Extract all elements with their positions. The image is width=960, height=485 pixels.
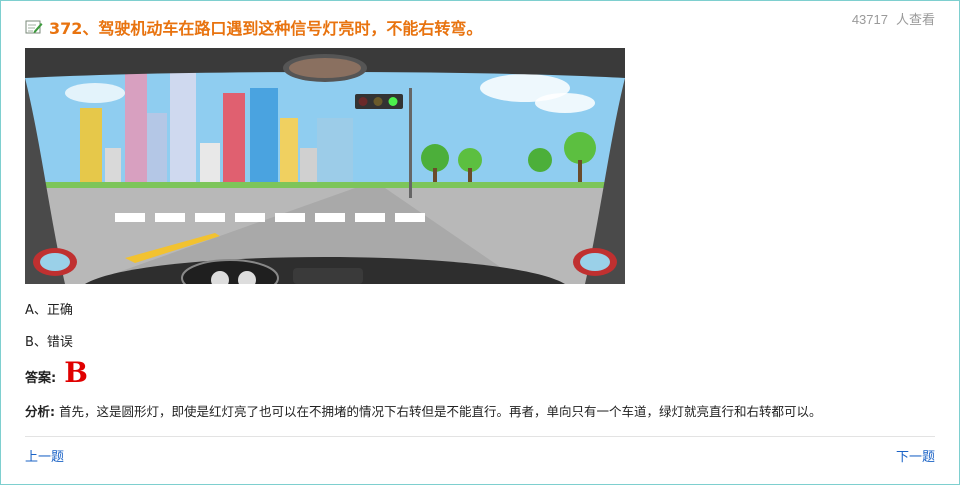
next-question-link[interactable]: 下一题 xyxy=(896,446,935,465)
option-a: A、正确 xyxy=(25,303,73,318)
question-title: 372、驾驶机动车在路口遇到这种信号灯亮时，不能右转弯。 xyxy=(49,19,483,38)
option-b: B、错误 xyxy=(25,335,73,350)
view-count: 43717 xyxy=(851,12,888,27)
analysis-text: 首先，这是圆形灯，即使是红灯亮了也可以在不拥堵的情况下右转但是不能直行。再者，单… xyxy=(58,404,822,419)
question-image xyxy=(25,48,625,284)
answer-label: 答案: xyxy=(25,371,57,386)
view-suffix: 人查看 xyxy=(895,12,935,27)
view-counter: 43717 人查看 xyxy=(852,9,935,28)
question-header: 372、驾驶机动车在路口遇到这种信号灯亮时，不能右转弯。 xyxy=(25,15,482,39)
analysis-row: 分析: 首先，这是圆形灯，即使是红灯亮了也可以在不拥堵的情况下右转但是不能直行。… xyxy=(25,401,822,420)
divider xyxy=(25,436,935,437)
edit-icon xyxy=(25,20,43,34)
prev-question-link[interactable]: 上一题 xyxy=(25,446,64,465)
answer-row: 答案: B xyxy=(25,356,88,389)
analysis-label: 分析: xyxy=(25,404,55,419)
answer-value: B xyxy=(64,356,88,389)
